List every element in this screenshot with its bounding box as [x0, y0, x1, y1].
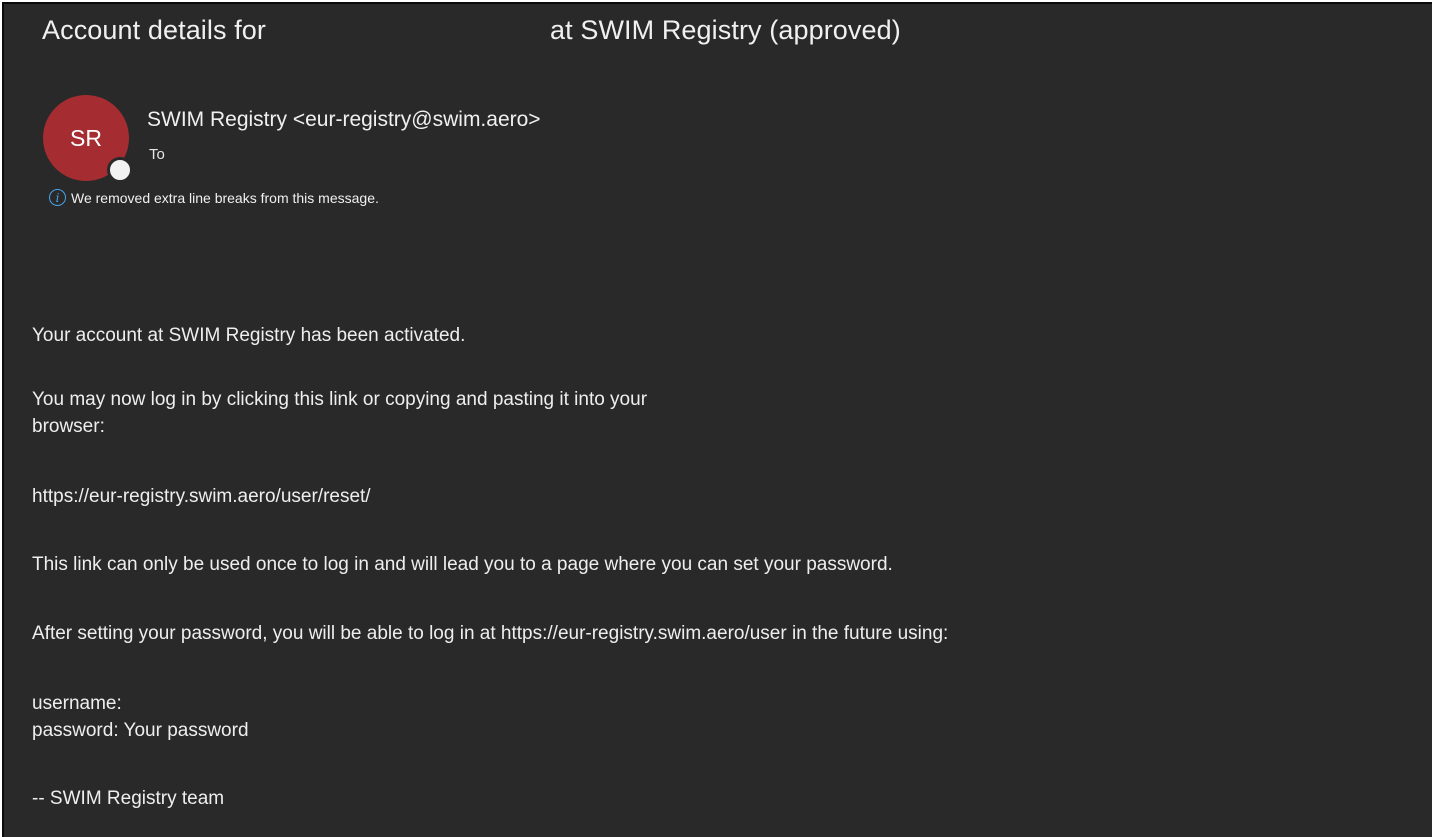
body-after-setting-text: After setting your password, you will be… — [32, 623, 949, 644]
password-line: password: Your password — [32, 720, 249, 741]
to-label: To — [149, 146, 165, 163]
avatar-initials: SR — [70, 124, 102, 151]
sender-name[interactable]: SWIM Registry <eur-registry@swim.aero> — [147, 108, 541, 132]
line-break-notice: i We removed extra line breaks from this… — [49, 189, 379, 206]
body-activated-text: Your account at SWIM Registry has been a… — [32, 325, 466, 346]
email-subject: Account details for at SWIM Registry (app… — [42, 15, 901, 46]
body-login-instructions: You may now log in by clicking this link… — [32, 389, 648, 410]
email-reading-pane: Account details for at SWIM Registry (app… — [2, 2, 1432, 837]
notice-text: We removed extra line breaks from this m… — [71, 189, 379, 206]
reset-link[interactable]: https://eur-registry.swim.aero/user/rese… — [32, 483, 371, 510]
presence-status-icon — [107, 157, 133, 183]
body-login-instructions-cont: browser: — [32, 416, 105, 437]
body-link-once-text: This link can only be used once to log i… — [32, 554, 893, 575]
username-line: username: — [32, 693, 122, 714]
info-icon: i — [49, 189, 66, 206]
subject-prefix: Account details for — [42, 15, 267, 45]
signature: -- SWIM Registry team — [32, 788, 225, 809]
subject-suffix: at SWIM Registry (approved) — [550, 15, 901, 45]
